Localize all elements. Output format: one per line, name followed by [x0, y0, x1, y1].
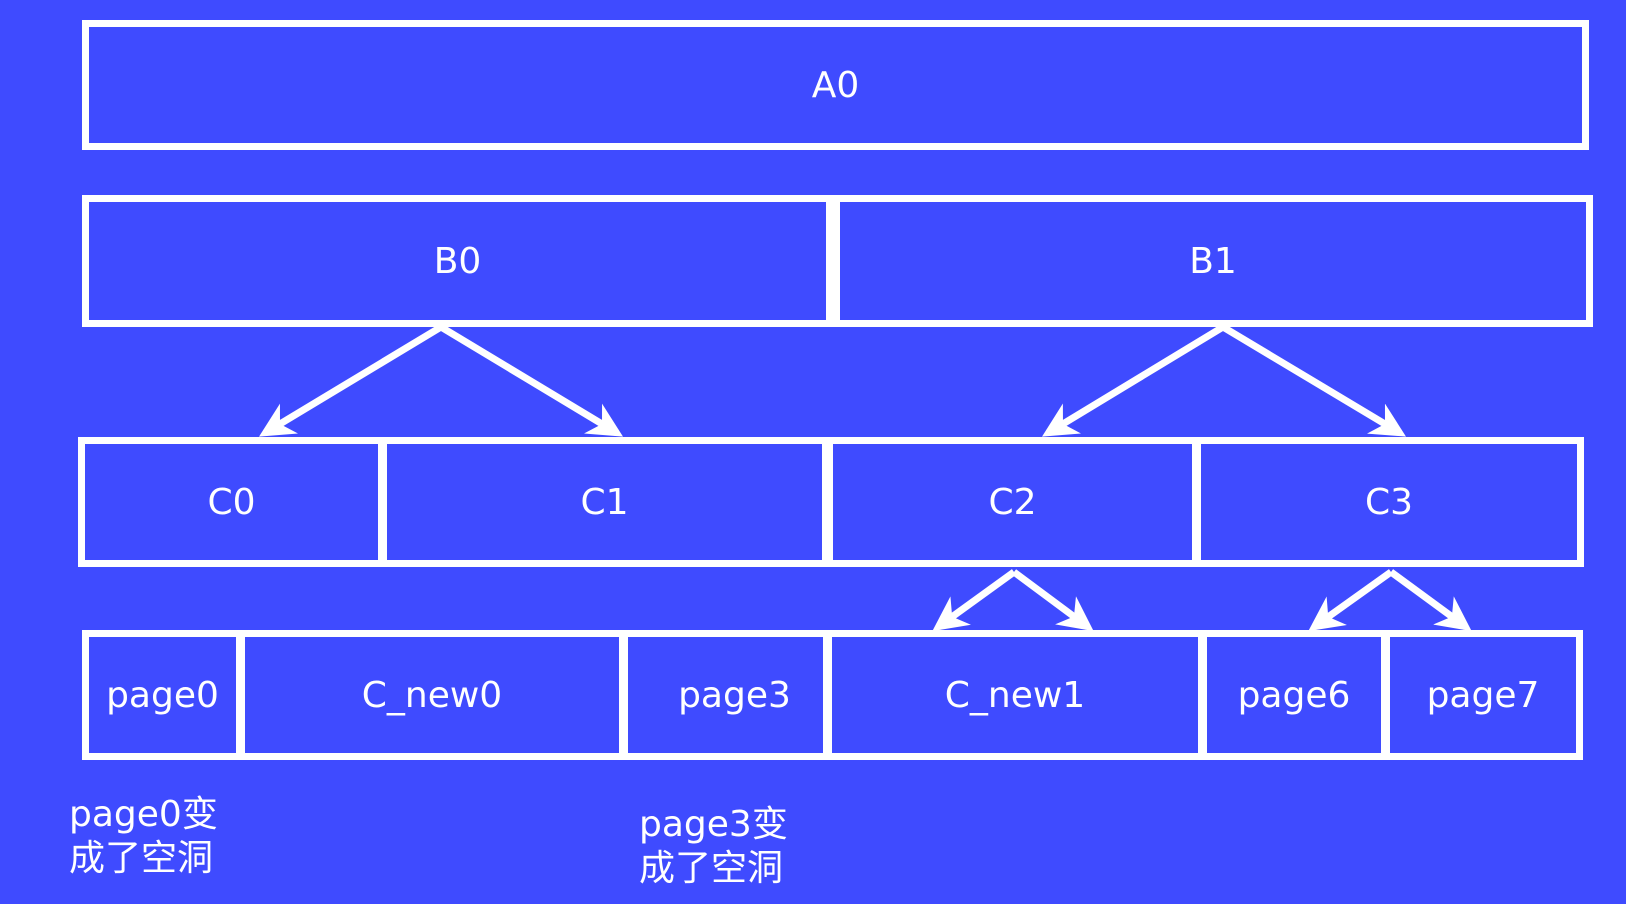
edge-b1-c2 — [1042, 324, 1225, 437]
edge-b1-c3 — [1221, 323, 1407, 437]
edge-c3-page6 — [1308, 569, 1394, 632]
edge-c3-page7 — [1388, 569, 1472, 632]
edges-layer — [259, 323, 1472, 632]
edge-b0-c1 — [439, 324, 623, 437]
edge-c2-cnew1-left — [932, 569, 1017, 632]
edge-c2-cnew1-right — [1011, 569, 1094, 632]
edge-b0-c0 — [259, 324, 443, 437]
caption-page0: page0变 成了空洞 — [69, 794, 218, 879]
caption-page3: page3变 成了空洞 — [639, 804, 788, 889]
